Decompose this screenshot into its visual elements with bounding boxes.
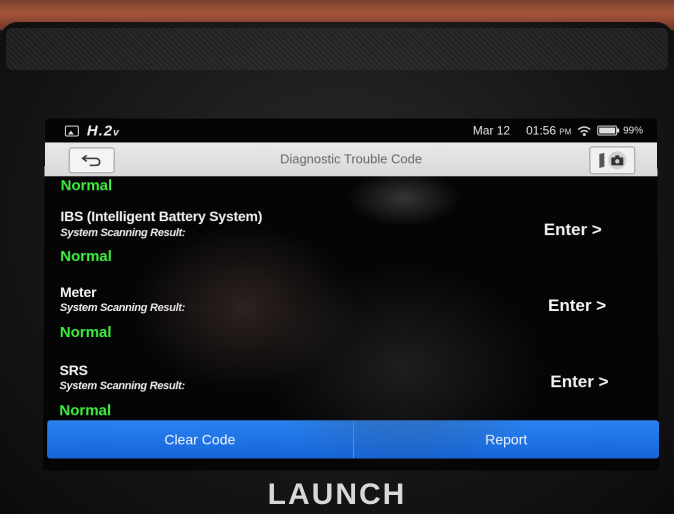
screenshot-button[interactable] <box>589 146 635 174</box>
status-time: 01:56 PM <box>526 124 571 138</box>
wifi-icon <box>577 125 591 136</box>
title-bar: Diagnostic Trouble Code <box>45 142 658 176</box>
brand-logo: LAUNCH <box>0 478 674 512</box>
report-button[interactable]: Report <box>354 420 659 458</box>
battery-percent: 99% <box>623 125 643 136</box>
device-screen: H.2v Mar 12 01:56 PM 99% Diagnostic Trou… <box>43 119 659 471</box>
clear-code-button[interactable]: Clear Code <box>47 420 352 458</box>
enter-button[interactable]: Enter > <box>544 220 602 240</box>
status-normal: Normal <box>60 248 112 265</box>
scan-results-list: Normal IBS (Intelligent Battery System) … <box>43 176 659 424</box>
system-name: SRS <box>60 362 88 378</box>
image-icon <box>65 126 79 137</box>
system-name: Meter <box>60 284 96 300</box>
action-bar: Clear Code Report <box>47 420 659 458</box>
enter-button[interactable]: Enter > <box>548 296 606 316</box>
system-name: IBS (Intelligent Battery System) <box>60 208 262 224</box>
scan-result-label: System Scanning Result: <box>59 380 184 392</box>
status-normal: Normal <box>61 177 113 194</box>
status-normal: Normal <box>60 324 112 341</box>
status-normal: Normal <box>59 402 111 419</box>
scan-result-label: System Scanning Result: <box>60 227 185 239</box>
enter-button[interactable]: Enter > <box>550 372 608 392</box>
status-bar: H.2v Mar 12 01:56 PM 99% <box>45 119 657 143</box>
status-date: Mar 12 <box>473 124 510 138</box>
voltage-readout: H.2v <box>87 123 120 140</box>
battery-icon <box>597 126 617 136</box>
device-grip-texture <box>6 28 668 70</box>
camera-icon <box>608 151 626 169</box>
page-title: Diagnostic Trouble Code <box>45 151 657 166</box>
flag-icon <box>599 153 604 168</box>
scan-result-label: System Scanning Result: <box>60 302 185 314</box>
